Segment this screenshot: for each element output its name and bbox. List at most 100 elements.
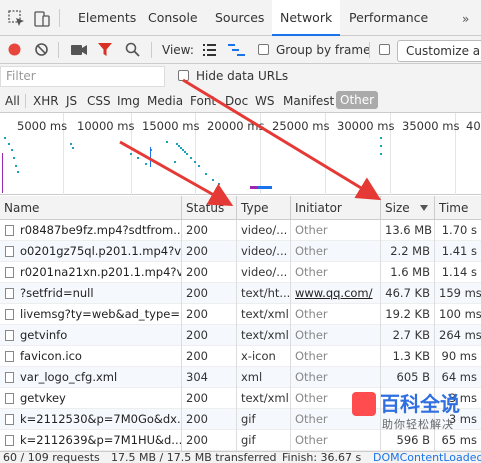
- column-header-name[interactable]: Name: [0, 196, 181, 220]
- request-type: text/xml: [236, 325, 290, 346]
- request-time: 1.14 s: [434, 262, 481, 283]
- type-filter-xhr[interactable]: XHR: [33, 94, 59, 108]
- request-status: 200: [181, 388, 236, 409]
- request-name: k=2112530&p=7M0Go&dx...: [20, 412, 181, 426]
- filter-row: Filter Hide data URLs: [0, 64, 481, 89]
- type-filter-ws[interactable]: WS: [255, 94, 274, 108]
- table-row[interactable]: var_logo_cfg.xml 304 xml Other 605 B 64 …: [0, 367, 481, 388]
- request-initiator: Other: [290, 430, 380, 451]
- request-type: gif: [236, 430, 290, 451]
- type-filter-css[interactable]: CSS: [87, 94, 111, 108]
- request-time: 264 ms: [434, 325, 481, 346]
- column-header-time[interactable]: Time: [434, 196, 481, 220]
- tab-performance[interactable]: Performance: [341, 0, 436, 36]
- request-time: 90 ms: [434, 346, 481, 367]
- request-initiator-link[interactable]: www.qq.com/: [290, 283, 380, 304]
- inspect-element-icon[interactable]: [8, 10, 26, 28]
- resource-type-filter-bar: All XHR JS CSS Img Media Font Doc WS Man…: [0, 89, 481, 113]
- column-header-type[interactable]: Type: [236, 196, 290, 220]
- hide-data-urls-label: Hide data URLs: [196, 69, 289, 83]
- type-filter-img[interactable]: Img: [117, 94, 140, 108]
- tab-sources[interactable]: Sources: [207, 0, 272, 36]
- network-overview-timeline[interactable]: 5000 ms 10000 ms 15000 ms 20000 ms 25000…: [0, 113, 481, 195]
- waterfall-overview-icon[interactable]: [228, 44, 245, 56]
- preserve-log-checkbox[interactable]: [379, 44, 390, 55]
- request-status: 200: [181, 325, 236, 346]
- request-initiator: Other: [290, 367, 380, 388]
- request-size: 2.2 MB: [380, 241, 434, 262]
- requests-table-header: Name Status Type Initiator Size Time: [0, 196, 481, 220]
- request-name: getvkey: [20, 391, 66, 405]
- network-status-bar: 60 / 109 requests 17.5 MB / 17.5 MB tran…: [0, 451, 481, 463]
- request-size: 1.6 MB: [380, 262, 434, 283]
- type-filter-doc[interactable]: Doc: [225, 94, 248, 108]
- hide-data-urls-checkbox[interactable]: [178, 70, 189, 81]
- request-type: xml: [236, 367, 290, 388]
- tab-elements[interactable]: Elements: [70, 0, 144, 36]
- request-name: r0201na21xn.p201.1.mp4?v...: [20, 265, 181, 279]
- customize-and-control-tooltip: Customize and: [397, 40, 481, 62]
- request-count: 60 / 109 requests: [3, 451, 100, 463]
- type-filter-all[interactable]: All: [5, 94, 20, 108]
- toolbar-separator: [151, 42, 152, 58]
- transferred-size: 17.5 MB / 17.5 MB transferred: [111, 451, 277, 463]
- request-type: video/...: [236, 262, 290, 283]
- type-filter-media[interactable]: Media: [147, 94, 183, 108]
- request-size: 2.7 KB: [380, 325, 434, 346]
- request-name: favicon.ico: [20, 349, 82, 363]
- group-by-frame-checkbox[interactable]: [258, 44, 269, 55]
- request-time: 100 ms: [434, 304, 481, 325]
- tab-console[interactable]: Console: [140, 0, 206, 36]
- sort-descending-icon: [420, 205, 428, 211]
- request-name: r08487be9fz.mp4?sdtfrom...: [20, 223, 181, 237]
- table-row[interactable]: livemsg?ty=web&ad_type=... 200 text/xml …: [0, 304, 481, 325]
- type-filter-manifest[interactable]: Manifest: [283, 94, 334, 108]
- request-name: getvinfo: [20, 328, 68, 342]
- tab-network[interactable]: Network: [272, 0, 341, 36]
- view-label: View:: [162, 43, 194, 57]
- table-row[interactable]: r0201na21xn.p201.1.mp4?v... 200 video/..…: [0, 262, 481, 283]
- request-type: x-icon: [236, 346, 290, 367]
- request-size: 19.2 KB: [380, 304, 434, 325]
- watermark: 百科全说 助你轻松解决: [352, 388, 462, 432]
- column-header-initiator[interactable]: Initiator: [290, 196, 380, 220]
- clear-icon[interactable]: [34, 42, 49, 57]
- device-toolbar-icon[interactable]: [33, 10, 51, 28]
- request-status: 200: [181, 241, 236, 262]
- column-header-status[interactable]: Status: [181, 196, 236, 220]
- network-toolbar: View: Group by frame Customize and: [0, 36, 481, 64]
- type-filter-other[interactable]: Other: [336, 91, 379, 109]
- table-row[interactable]: r08487be9fz.mp4?sdtfrom... 200 video/...…: [0, 220, 481, 241]
- search-icon[interactable]: [125, 42, 140, 57]
- request-status: 200: [181, 262, 236, 283]
- watermark-subtitle: 助你轻松解决: [382, 418, 454, 431]
- request-type: gif: [236, 409, 290, 430]
- type-filter-separator: [25, 94, 26, 108]
- toolbar-separator: [369, 42, 370, 58]
- filter-icon[interactable]: [98, 43, 112, 57]
- type-filter-font[interactable]: Font: [190, 94, 216, 108]
- more-tabs-button[interactable]: »: [462, 12, 469, 26]
- request-time: 65 ms: [434, 430, 481, 451]
- filter-input[interactable]: Filter: [0, 66, 165, 87]
- capture-screenshots-icon[interactable]: [71, 44, 87, 56]
- large-request-rows-icon[interactable]: [203, 44, 216, 56]
- table-row[interactable]: ?setfrid=null 200 text/ht... www.qq.com/…: [0, 283, 481, 304]
- request-type: video/...: [236, 241, 290, 262]
- type-filter-js[interactable]: JS: [66, 94, 77, 108]
- request-size: 1.3 KB: [380, 346, 434, 367]
- request-size: 596 B: [380, 430, 434, 451]
- devtools-tab-bar: Elements Console Sources Network Perform…: [0, 0, 481, 36]
- record-icon[interactable]: [7, 42, 22, 57]
- table-row[interactable]: getvinfo 200 text/xml Other 2.7 KB 264 m…: [0, 325, 481, 346]
- request-initiator: Other: [290, 325, 380, 346]
- watermark-logo-icon: [352, 392, 376, 416]
- table-row[interactable]: o0201gz75ql.p201.1.mp4?v... 200 video/..…: [0, 241, 481, 262]
- table-row[interactable]: k=2112639&p=7M1HU&d... 200 gif Other 596…: [0, 430, 481, 451]
- request-initiator: Other: [290, 346, 380, 367]
- table-row[interactable]: favicon.ico 200 x-icon Other 1.3 KB 90 m…: [0, 346, 481, 367]
- request-status: 200: [181, 346, 236, 367]
- request-status: 200: [181, 283, 236, 304]
- request-status: 200: [181, 220, 236, 241]
- request-status: 200: [181, 304, 236, 325]
